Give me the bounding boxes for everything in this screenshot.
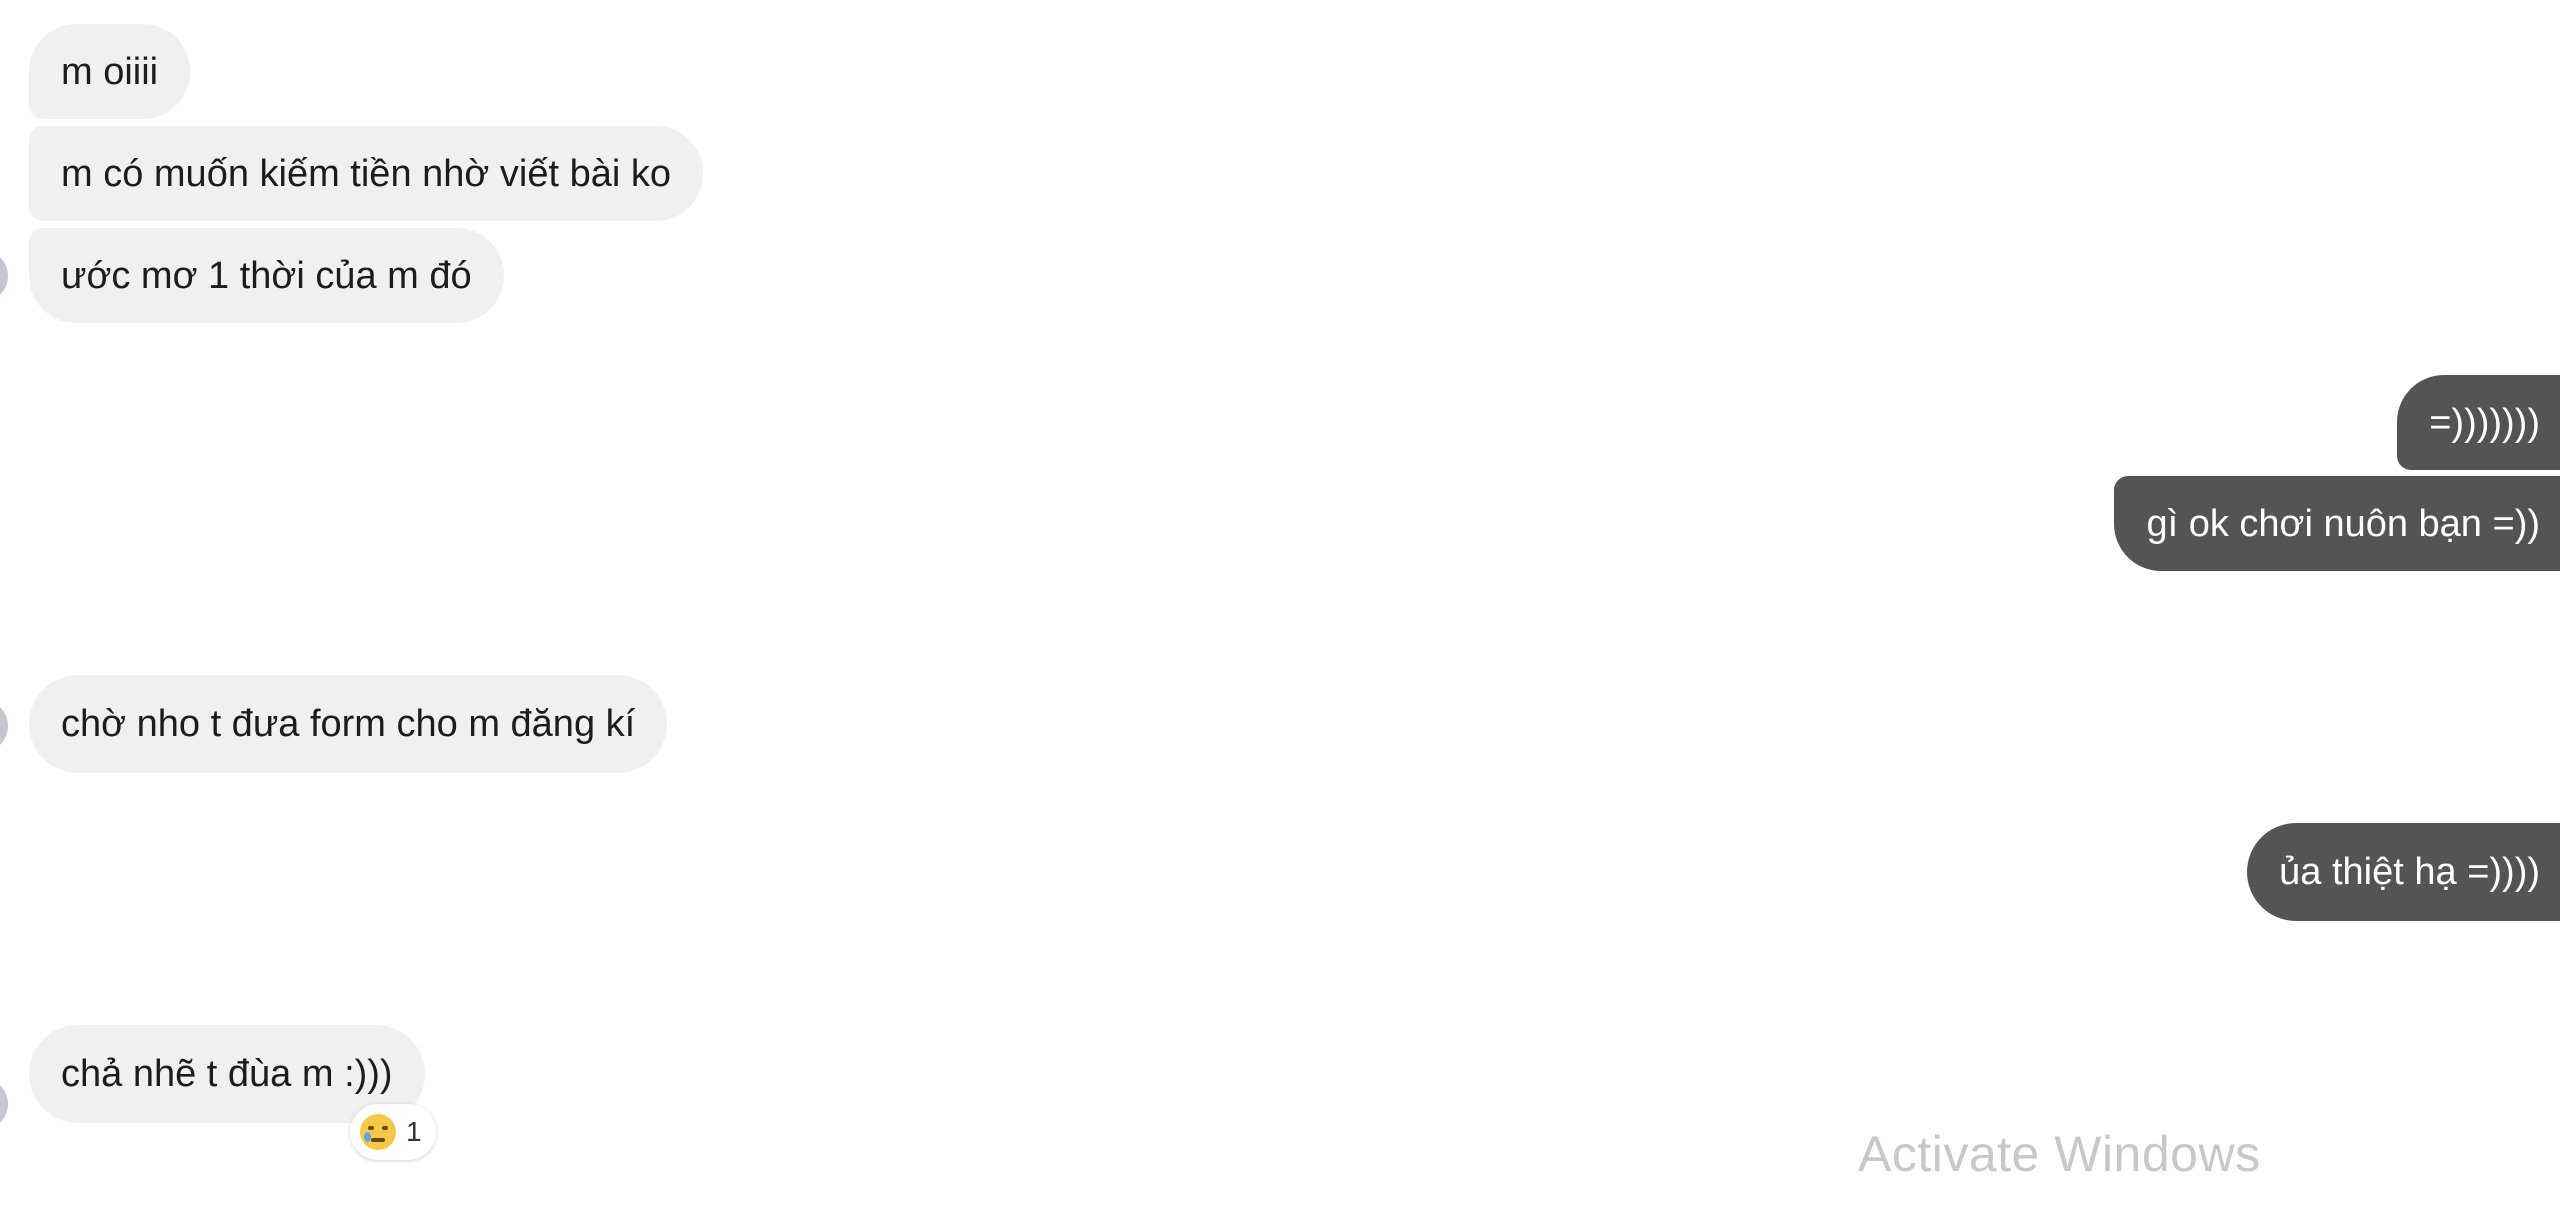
incoming-message[interactable]: m oiiii — [29, 24, 191, 119]
message-text: chả nhẽ t đùa m :))) — [61, 1053, 393, 1095]
incoming-message[interactable]: m có muốn kiếm tiền nhờ viết bài ko — [29, 126, 703, 221]
outgoing-message[interactable]: ủa thiệt hạ =)))) — [2247, 823, 2560, 921]
outgoing-message[interactable]: =))))))) — [2397, 375, 2560, 470]
message-reaction[interactable]: 1 — [350, 1104, 436, 1160]
contact-avatar[interactable] — [0, 1078, 8, 1130]
message-text: ủa thiệt hạ =)))) — [2279, 851, 2540, 893]
activate-windows-watermark: Activate Windows — [1858, 1126, 2261, 1182]
outgoing-message[interactable]: gì ok chơi nuôn bạn =)) — [2114, 476, 2560, 571]
chat-thread: m oiiii m có muốn kiếm tiền nhờ viết bài… — [0, 0, 2560, 1207]
message-text: =))))))) — [2429, 401, 2540, 444]
message-text: chờ nho t đưa form cho m đăng kí — [61, 703, 636, 745]
message-text: gì ok chơi nuôn bạn =)) — [2146, 502, 2540, 545]
incoming-message[interactable]: ước mơ 1 thời của m đó — [29, 228, 504, 323]
message-text: m có muốn kiếm tiền nhờ viết bài ko — [61, 152, 671, 195]
message-text: ước mơ 1 thời của m đó — [61, 254, 472, 297]
contact-avatar[interactable] — [0, 250, 8, 302]
reaction-count: 1 — [406, 1116, 422, 1147]
contact-avatar[interactable] — [0, 700, 8, 752]
message-text: m oiiii — [61, 50, 159, 93]
incoming-message[interactable]: chờ nho t đưa form cho m đăng kí — [29, 675, 668, 773]
crying-face-icon — [360, 1114, 396, 1150]
